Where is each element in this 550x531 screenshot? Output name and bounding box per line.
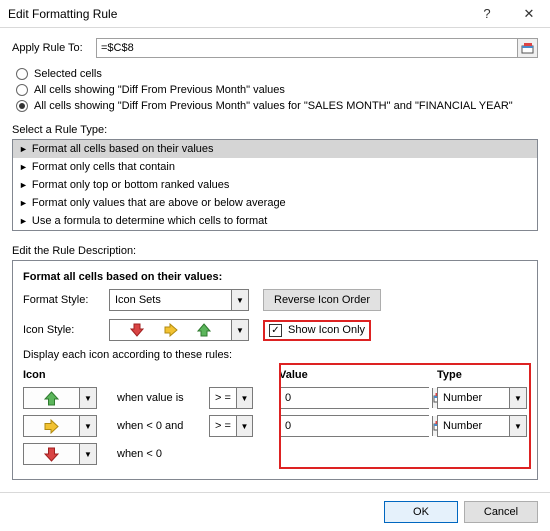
chevron-down-icon[interactable]: ▼ bbox=[231, 320, 248, 340]
rule-text: when < 0 and bbox=[117, 420, 201, 432]
operator-combo[interactable]: > =▼ bbox=[209, 387, 253, 409]
close-icon[interactable]: ✕ bbox=[508, 0, 550, 28]
help-icon[interactable]: ? bbox=[466, 0, 508, 28]
format-style-label: Format Style: bbox=[23, 294, 109, 306]
ok-button[interactable]: OK bbox=[384, 501, 458, 523]
type-combo[interactable]: Number▼ bbox=[437, 415, 527, 437]
chevron-right-icon: ► bbox=[19, 144, 28, 154]
rule-text: when < 0 bbox=[117, 448, 201, 460]
window-title: Edit Formatting Rule bbox=[8, 7, 466, 21]
format-style-combo[interactable]: Icon Sets ▼ bbox=[109, 289, 249, 311]
arrow-down-icon bbox=[130, 323, 144, 337]
rule-type-item[interactable]: ►Format only values that are above or be… bbox=[13, 194, 537, 212]
chevron-down-icon[interactable]: ▼ bbox=[509, 416, 526, 436]
value-field[interactable] bbox=[280, 416, 432, 436]
arrow-down-icon bbox=[44, 447, 59, 462]
chevron-down-icon[interactable]: ▼ bbox=[79, 416, 96, 436]
value-field[interactable] bbox=[280, 388, 432, 408]
radio-selected-cells[interactable] bbox=[16, 68, 28, 80]
chevron-right-icon: ► bbox=[19, 180, 28, 190]
chevron-down-icon[interactable]: ▼ bbox=[79, 444, 96, 464]
col-icon-header: Icon bbox=[23, 369, 109, 381]
icon-picker[interactable]: ▼ bbox=[23, 443, 97, 465]
icon-style-label: Icon Style: bbox=[23, 324, 109, 336]
apply-rule-label: Apply Rule To: bbox=[12, 42, 90, 54]
chevron-down-icon[interactable]: ▼ bbox=[236, 388, 252, 408]
chevron-down-icon[interactable]: ▼ bbox=[509, 388, 526, 408]
arrow-right-icon bbox=[164, 323, 178, 337]
rule-type-item[interactable]: ►Format all cells based on their values bbox=[13, 140, 537, 158]
chevron-down-icon[interactable]: ▼ bbox=[236, 416, 252, 436]
radio-label: All cells showing "Diff From Previous Mo… bbox=[34, 100, 513, 112]
cancel-button[interactable]: Cancel bbox=[464, 501, 538, 523]
arrow-up-icon bbox=[197, 323, 211, 337]
apply-rule-input[interactable] bbox=[97, 39, 517, 57]
chevron-right-icon: ► bbox=[19, 198, 28, 208]
radio-label: Selected cells bbox=[34, 68, 102, 80]
rule-type-list[interactable]: ►Format all cells based on their values … bbox=[12, 139, 538, 231]
rule-text: when value is bbox=[117, 392, 201, 404]
chevron-down-icon[interactable]: ▼ bbox=[79, 388, 96, 408]
show-icon-only-label: Show Icon Only bbox=[288, 324, 365, 336]
desc-heading: Format all cells based on their values: bbox=[23, 271, 527, 283]
radio-all-cells-values[interactable] bbox=[16, 84, 28, 96]
range-picker-icon[interactable] bbox=[517, 39, 537, 57]
rule-type-item[interactable]: ►Format only cells that contain bbox=[13, 158, 537, 176]
type-combo[interactable]: Number▼ bbox=[437, 387, 527, 409]
edit-rule-desc-label: Edit the Rule Description: bbox=[12, 245, 538, 257]
show-icon-only-checkbox[interactable]: ✓ bbox=[269, 324, 282, 337]
reverse-icon-order-button[interactable]: Reverse Icon Order bbox=[263, 289, 381, 311]
value-input[interactable] bbox=[279, 387, 429, 409]
radio-all-cells-fields[interactable] bbox=[16, 100, 28, 112]
operator-combo[interactable]: > =▼ bbox=[209, 415, 253, 437]
value-input[interactable] bbox=[279, 415, 429, 437]
radio-label: All cells showing "Diff From Previous Mo… bbox=[34, 84, 285, 96]
icon-picker[interactable]: ▼ bbox=[23, 387, 97, 409]
select-rule-type-label: Select a Rule Type: bbox=[12, 124, 538, 136]
rule-type-item[interactable]: ►Use a formula to determine which cells … bbox=[13, 212, 537, 230]
rule-type-item[interactable]: ►Format only top or bottom ranked values bbox=[13, 176, 537, 194]
arrow-up-icon bbox=[44, 391, 59, 406]
arrow-right-icon bbox=[44, 419, 59, 434]
chevron-down-icon[interactable]: ▼ bbox=[231, 290, 248, 310]
icon-style-combo[interactable]: ▼ bbox=[109, 319, 249, 341]
display-rules-label: Display each icon according to these rul… bbox=[23, 349, 527, 361]
col-value-header: Value bbox=[279, 369, 429, 381]
icon-picker[interactable]: ▼ bbox=[23, 415, 97, 437]
chevron-right-icon: ► bbox=[19, 216, 28, 226]
chevron-right-icon: ► bbox=[19, 162, 28, 172]
col-type-header: Type bbox=[437, 369, 527, 381]
